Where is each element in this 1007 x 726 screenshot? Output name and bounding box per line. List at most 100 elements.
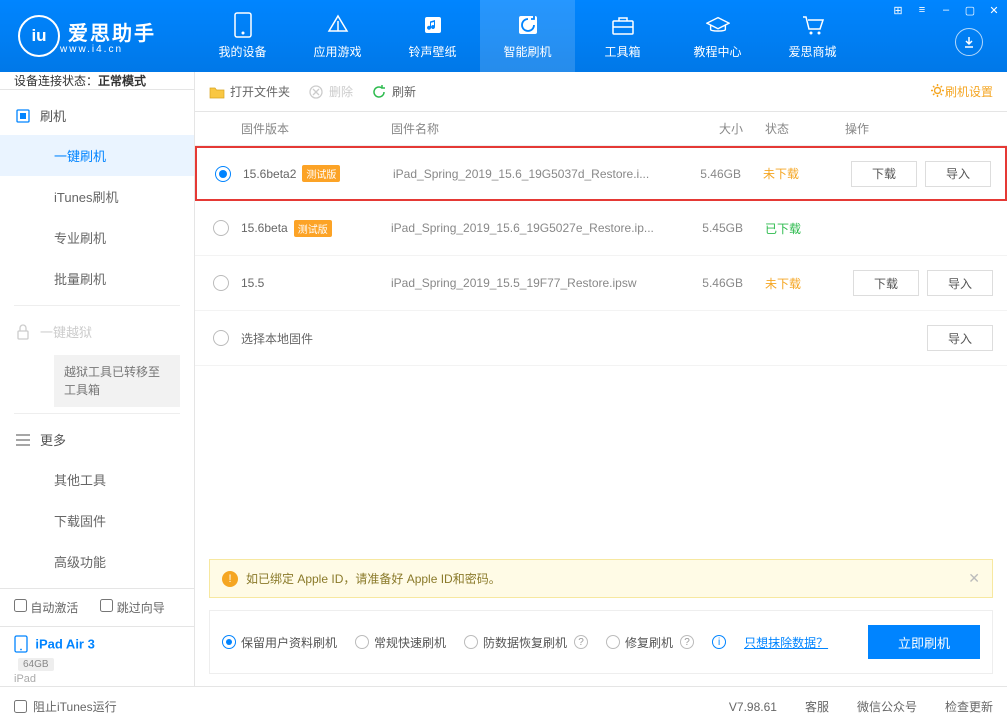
- lock-icon: [14, 323, 32, 341]
- sidebar-item-other[interactable]: 其他工具: [0, 459, 194, 500]
- status-value: 正常模式: [98, 72, 146, 89]
- delete-icon: [308, 84, 324, 100]
- sidebar-checks: 自动激活 跳过向导: [0, 588, 194, 626]
- close-icon[interactable]: ✕: [968, 570, 980, 587]
- table-row[interactable]: 15.5 iPad_Spring_2019_15.5_19F77_Restore…: [195, 256, 1007, 311]
- table-row[interactable]: 15.6beta2测试版 iPad_Spring_2019_15.6_19G50…: [195, 146, 1007, 201]
- nav-tutorials[interactable]: 教程中心: [670, 0, 765, 72]
- opt-repair[interactable]: 修复刷机?: [606, 634, 694, 651]
- minimize-button[interactable]: –: [939, 4, 953, 17]
- firmware-size: 5.46GB: [663, 167, 741, 181]
- sidebar-head-more[interactable]: 更多: [0, 420, 194, 459]
- table-row[interactable]: 15.6beta测试版 iPad_Spring_2019_15.6_19G502…: [195, 201, 1007, 256]
- help-icon[interactable]: ?: [680, 635, 694, 649]
- info-icon[interactable]: i: [712, 635, 726, 649]
- window-controls: ⊞ ≡ – ▢ ✕: [891, 4, 1001, 17]
- th-size: 大小: [665, 120, 743, 137]
- flash-options: 保留用户资料刷机 常规快速刷机 防数据恢复刷机? 修复刷机? i 只想抹除数据？…: [209, 610, 993, 674]
- row-radio[interactable]: [215, 166, 231, 182]
- device-type: iPad: [14, 673, 180, 685]
- hat-icon: [706, 13, 730, 37]
- beta-badge: 测试版: [302, 165, 340, 182]
- import-button[interactable]: 导入: [927, 325, 993, 351]
- folder-icon: [209, 84, 225, 100]
- device-info[interactable]: iPad Air 3 64GB iPad: [0, 626, 194, 693]
- row-radio[interactable]: [213, 220, 229, 236]
- win-list-icon[interactable]: ≡: [915, 4, 929, 17]
- th-ops: 操作: [833, 120, 993, 137]
- firmware-status: 未下载: [741, 165, 831, 182]
- sidebar-item-itunes[interactable]: iTunes刷机: [0, 176, 194, 217]
- row-radio[interactable]: [213, 275, 229, 291]
- refresh-icon: [516, 13, 540, 37]
- gear-icon: [930, 83, 945, 101]
- top-nav: 我的设备 应用游戏 铃声壁纸 智能刷机 工具箱 教程中心 爱思商城: [195, 0, 860, 72]
- firmware-status: 已下载: [743, 220, 833, 237]
- refresh-button[interactable]: 刷新: [371, 83, 416, 100]
- maximize-button[interactable]: ▢: [963, 4, 977, 17]
- skip-guide-check[interactable]: 跳过向导: [100, 599, 164, 616]
- open-folder-button[interactable]: 打开文件夹: [209, 83, 290, 100]
- reload-icon: [371, 84, 387, 100]
- auto-activate-check[interactable]: 自动激活: [14, 599, 78, 616]
- sidebar-head-jailbreak: 一键越狱: [0, 312, 194, 351]
- device-name: iPad Air 3: [35, 637, 94, 652]
- firmware-status: 未下载: [743, 275, 833, 292]
- firmware-name: iPad_Spring_2019_15.5_19F77_Restore.ipsw: [391, 276, 665, 290]
- sidebar-item-pro[interactable]: 专业刷机: [0, 217, 194, 258]
- appleid-notice: ! 如已绑定 Apple ID，请准备好 Apple ID和密码。 ✕: [209, 559, 993, 598]
- sidebar-head-flash[interactable]: 刷机: [0, 96, 194, 135]
- sidebar: 设备连接状态： 正常模式 刷机 一键刷机 iTunes刷机 专业刷机 批量刷机 …: [0, 72, 195, 686]
- table-header: 固件版本 固件名称 大小 状态 操作: [195, 112, 1007, 146]
- app-name: 爱思助手: [68, 17, 156, 46]
- nav-store[interactable]: 爱思商城: [765, 0, 860, 72]
- nav-apps[interactable]: 应用游戏: [290, 0, 385, 72]
- nav-ringtones[interactable]: 铃声壁纸: [385, 0, 480, 72]
- flash-now-button[interactable]: 立即刷机: [868, 625, 980, 659]
- firmware-name: iPad_Spring_2019_15.6_19G5037d_Restore.i…: [393, 167, 663, 181]
- device-icon: [231, 13, 255, 37]
- download-button[interactable]: [955, 28, 983, 56]
- opt-antirestore[interactable]: 防数据恢复刷机?: [464, 634, 588, 651]
- customer-service-link[interactable]: 客服: [805, 698, 829, 715]
- opt-keepdata[interactable]: 保留用户资料刷机: [222, 634, 337, 651]
- download-button[interactable]: 下载: [851, 161, 917, 187]
- sidebar-item-advanced[interactable]: 高级功能: [0, 541, 194, 582]
- sidebar-item-batch[interactable]: 批量刷机: [0, 258, 194, 299]
- firmware-size: 5.46GB: [665, 276, 743, 290]
- download-button[interactable]: 下载: [853, 270, 919, 296]
- close-button[interactable]: ✕: [987, 4, 1001, 17]
- chip-icon: [14, 107, 32, 125]
- firmware-size: 5.45GB: [665, 221, 743, 235]
- main-area: 打开文件夹 删除 刷新 刷机设置 固件版本 固件名称 大小 状态 操作 15.6…: [195, 72, 1007, 686]
- music-icon: [421, 13, 445, 37]
- firmware-name: iPad_Spring_2019_15.6_19G5027e_Restore.i…: [391, 221, 665, 235]
- help-icon[interactable]: ?: [574, 635, 588, 649]
- sidebar-item-download-fw[interactable]: 下载固件: [0, 500, 194, 541]
- nav-flash[interactable]: 智能刷机: [480, 0, 575, 72]
- row-radio[interactable]: [213, 330, 229, 346]
- nav-my-device[interactable]: 我的设备: [195, 0, 290, 72]
- device-capacity: 64GB: [18, 658, 54, 671]
- import-button[interactable]: 导入: [927, 270, 993, 296]
- beta-badge: 测试版: [294, 220, 332, 237]
- warning-icon: !: [222, 571, 238, 587]
- check-update-link[interactable]: 检查更新: [945, 698, 993, 715]
- erase-link[interactable]: 只想抹除数据？: [744, 634, 828, 651]
- app-logo-icon: iu: [18, 15, 60, 57]
- version-label: V7.98.61: [729, 700, 777, 714]
- wechat-link[interactable]: 微信公众号: [857, 698, 917, 715]
- toolbar: 打开文件夹 删除 刷新 刷机设置: [195, 72, 1007, 112]
- table-row-local[interactable]: 选择本地固件 导入: [195, 311, 1007, 366]
- delete-button[interactable]: 删除: [308, 83, 353, 100]
- sidebar-item-oneclick[interactable]: 一键刷机: [0, 135, 194, 176]
- connection-status: 设备连接状态： 正常模式: [0, 72, 194, 90]
- win-grid-icon[interactable]: ⊞: [891, 4, 905, 17]
- flash-settings-button[interactable]: 刷机设置: [930, 83, 993, 101]
- nav-toolbox[interactable]: 工具箱: [575, 0, 670, 72]
- toolbox-icon: [611, 13, 635, 37]
- import-button[interactable]: 导入: [925, 161, 991, 187]
- block-itunes-check[interactable]: 阻止iTunes运行: [14, 698, 117, 715]
- opt-quick[interactable]: 常规快速刷机: [355, 634, 446, 651]
- jailbreak-note: 越狱工具已转移至工具箱: [54, 355, 180, 407]
